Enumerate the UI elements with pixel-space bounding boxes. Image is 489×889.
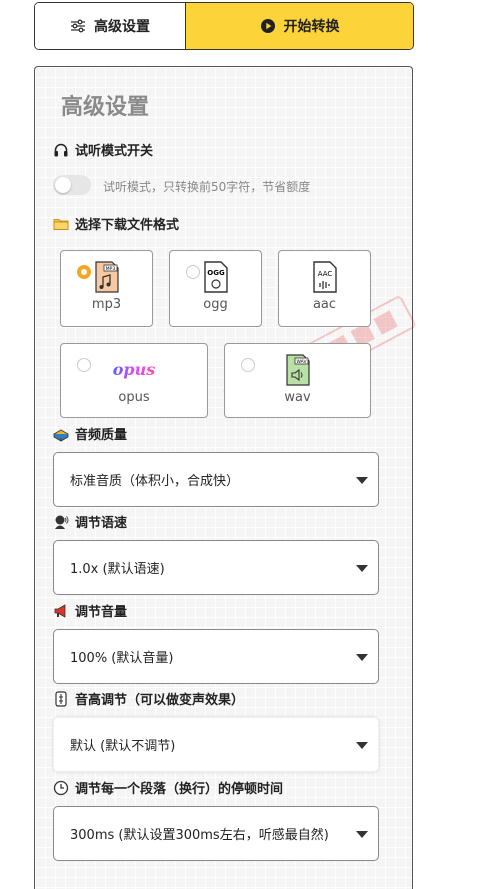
chevron-down-icon [356, 830, 368, 838]
radio-ogg[interactable] [186, 265, 200, 279]
pause-label-text: 调节每一个段落（换行）的停顿时间 [75, 782, 284, 797]
mp3-file-icon: MP3 [94, 261, 119, 293]
svg-text:MP3: MP3 [105, 266, 115, 272]
radio-opus[interactable] [77, 358, 91, 372]
pause-select-value: 300ms (默认设置300ms左右，听感最自然) [70, 828, 329, 843]
opus-logo: opus [112, 360, 156, 379]
speed-label-text: 调节语速 [75, 516, 128, 531]
speed-select-value: 1.0x (默认语速) [70, 562, 165, 577]
radio-mp3[interactable] [77, 265, 91, 279]
preview-mode-label-text: 试听模式开关 [75, 144, 154, 159]
headphones-icon [53, 142, 69, 158]
format-option-opus[interactable]: opus opus [60, 343, 208, 418]
tab-advanced-label: 高级设置 [94, 19, 150, 35]
svg-text:OGG: OGG [207, 269, 225, 277]
speaking-head-icon [53, 514, 69, 530]
volume-select[interactable]: 100% (默认音量) [53, 629, 379, 684]
quality-select-value: 标准音质（体积小，合成快） [70, 474, 240, 489]
preview-mode-label: 试听模式开关 [53, 140, 153, 159]
format-option-ogg[interactable]: OGG ogg [169, 250, 262, 327]
preview-mode-toggle[interactable] [53, 175, 91, 195]
format-option-mp3[interactable]: MP3 mp3 [60, 250, 153, 327]
speed-label: 调节语速 [53, 512, 127, 531]
folder-icon [53, 216, 69, 232]
megaphone-icon [53, 603, 69, 619]
pitch-label-text: 音高调节（可以做变声效果） [75, 693, 245, 708]
svg-text:WAV: WAV [296, 359, 307, 365]
play-circle-icon [260, 18, 276, 34]
chevron-down-icon [356, 476, 368, 484]
volume-label-text: 调节音量 [75, 605, 128, 620]
format-option-wav[interactable]: WAV wav [224, 343, 371, 418]
tab-advanced-settings[interactable]: 高级设置 [35, 3, 186, 49]
ogg-file-icon: OGG [203, 261, 228, 293]
pitch-label: 音高调节（可以做变声效果） [53, 689, 244, 708]
wav-file-icon: WAV [285, 354, 310, 386]
format-option-aac[interactable]: AAC aac [278, 250, 371, 327]
toggle-knob [55, 177, 71, 193]
volume-select-value: 100% (默认音量) [70, 651, 174, 666]
books-icon [53, 426, 69, 442]
quality-label: 音频质量 [53, 424, 127, 443]
preview-mode-description: 试听模式，只转换前50字符，节省额度 [103, 180, 311, 194]
quality-select[interactable]: 标准音质（体积小，合成快） [53, 452, 379, 507]
tab-start-convert[interactable]: 开始转换 [186, 3, 413, 49]
format-label-text: 选择下载文件格式 [75, 218, 180, 233]
pause-select[interactable]: 300ms (默认设置300ms左右，听感最自然) [53, 806, 379, 861]
aac-file-icon: AAC [312, 261, 337, 293]
pitch-select-value: 默认 (默认不调节) [70, 739, 176, 754]
chevron-down-icon [356, 741, 368, 749]
speed-select[interactable]: 1.0x (默认语速) [53, 540, 379, 595]
tab-convert-label: 开始转换 [283, 19, 340, 35]
clock-icon [53, 780, 69, 796]
tuning-fork-icon [53, 690, 69, 707]
pitch-select[interactable]: 默认 (默认不调节) [53, 717, 379, 772]
panel-title: 高级设置 [61, 95, 150, 120]
format-name-ogg: ogg [203, 297, 228, 312]
advanced-settings-panel: 高级设置 试听模式开关 试听模式，只转换前50字符，节省额度 选择下载文件格式 … [34, 66, 416, 889]
format-name-wav: wav [284, 390, 311, 405]
format-label: 选择下载文件格式 [53, 214, 179, 233]
volume-label: 调节音量 [53, 601, 127, 620]
format-name-mp3: mp3 [91, 297, 122, 312]
format-name-aac: aac [312, 297, 337, 312]
format-name-opus: opus [118, 390, 150, 405]
pause-label: 调节每一个段落（换行）的停顿时间 [53, 778, 283, 797]
svg-text:AAC: AAC [317, 270, 332, 278]
chevron-down-icon [356, 653, 368, 661]
quality-label-text: 音频质量 [75, 428, 128, 443]
sliders-icon [70, 18, 86, 34]
chevron-down-icon [356, 564, 368, 572]
radio-wav[interactable] [241, 358, 255, 372]
top-tabs: 高级设置 开始转换 [34, 2, 414, 50]
